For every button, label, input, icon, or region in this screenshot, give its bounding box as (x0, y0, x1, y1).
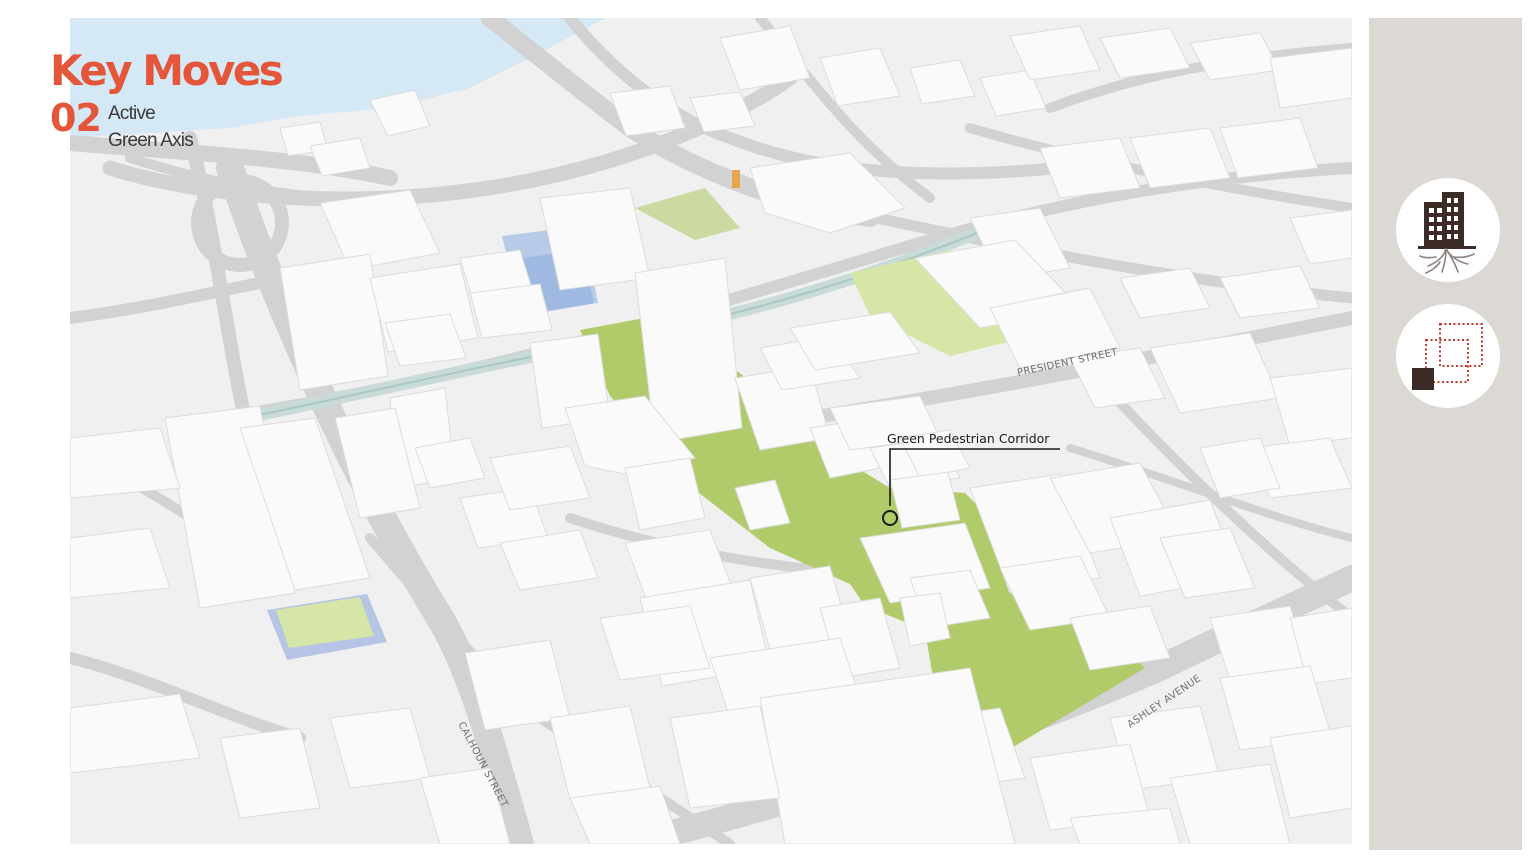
building-roots-icon[interactable] (1396, 178, 1500, 282)
move-label-line-1: Active (108, 103, 156, 124)
page-title: Key Moves (50, 46, 284, 95)
move-label-line-2: Green Axis (108, 130, 194, 151)
building-roots-glyph (1418, 192, 1476, 274)
move-number: 02 (50, 96, 102, 140)
title-block: Key Moves 02 Active Green Axis (50, 46, 284, 152)
callout-label: Green Pedestrian Corridor (887, 431, 1050, 446)
move-label: Active Green Axis (108, 100, 194, 154)
key-move-subtitle: 02 Active Green Axis (50, 96, 281, 152)
side-panel (1369, 18, 1522, 850)
overlapping-squares-glyph (1412, 323, 1483, 390)
overlapping-squares-icon[interactable] (1396, 304, 1500, 408)
